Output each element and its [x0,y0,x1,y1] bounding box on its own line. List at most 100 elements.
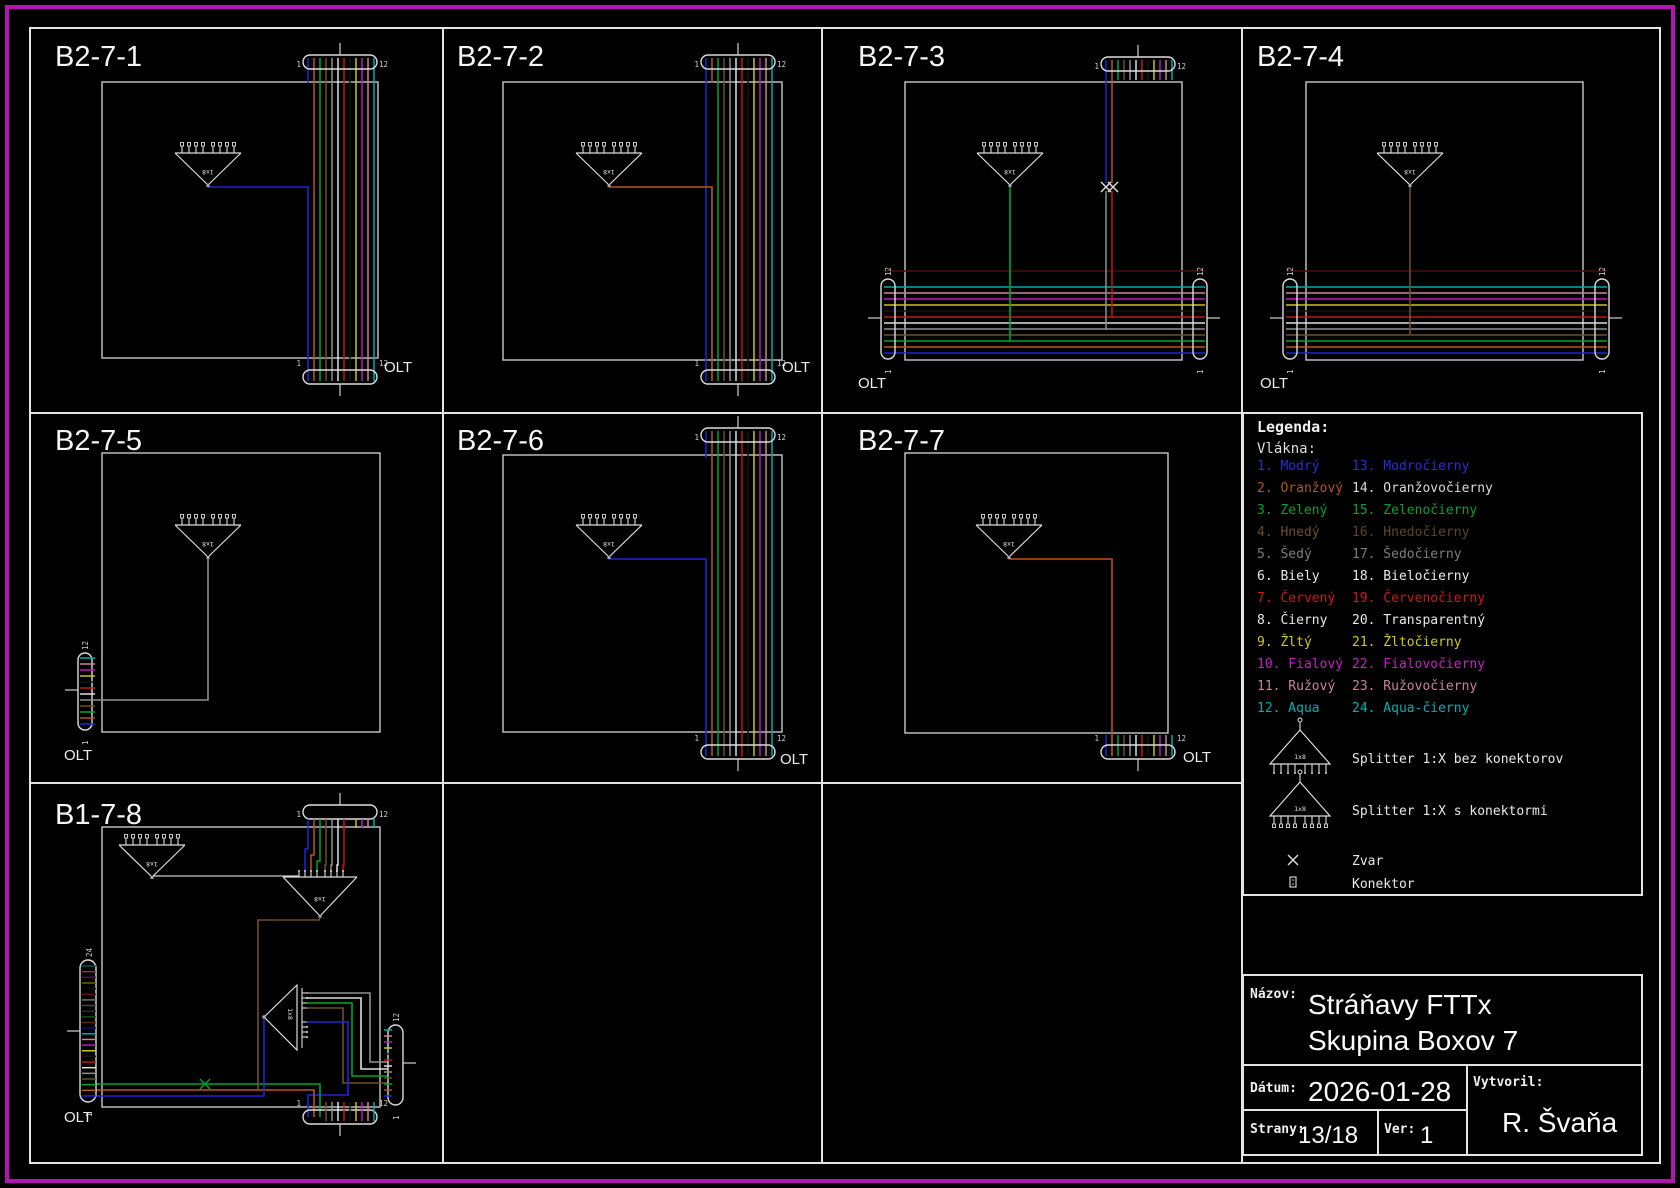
legend-fiber: 10. Fialový [1257,657,1343,672]
connector-pin-label: 12 [777,60,786,69]
connector-pin-label: 1 [1094,62,1099,71]
connector-pin-label: 12 [1598,267,1607,276]
legend-fiber: 18. Bieločierny [1352,569,1470,584]
connector-pin-label: 12 [1196,267,1205,276]
splitter-ratio-label: 1x8 [314,895,326,903]
olt-label: OLT [858,375,886,392]
splitter-apex-dot [607,184,611,187]
connector-pin-label: 1 [296,359,301,368]
legend-fiber: 8. Čierny [1257,612,1328,628]
legend-fiber: 15. Zelenočierny [1352,503,1477,518]
legend-fiber: 11. Ružový [1257,679,1335,694]
node-dot [1304,772,1306,774]
connector-pin-label: 1 [81,740,90,745]
legend-fiber: 7. Červený [1257,590,1335,606]
legend-fiber: 21. Žltočierny [1352,634,1462,650]
splitter-apex-dot [1008,184,1012,187]
olt-label: OLT [1183,749,1211,766]
panel-title: B2-7-2 [457,41,544,73]
splitter-ratio-label: 1x8 [202,540,214,548]
node-dot [262,1015,266,1019]
connector-pin-label: 1 [1598,369,1607,374]
splitter-ratio-label: 1x8 [286,1008,294,1020]
legend-fiber: 17. Šedočierny [1352,546,1462,562]
connector-pin-label: 1 [296,60,301,69]
connector-pin-label: 1 [694,433,699,442]
legend-fiber: 3. Zelený [1257,503,1328,518]
olt-label: OLT [782,359,810,376]
splitter-apex-dot [206,556,210,559]
titleblock-datum-value: 2026-01-28 [1308,1076,1451,1107]
connector-pin-label: 1 [1196,369,1205,374]
connector-pin-label: 12 [777,433,786,442]
splitter-ratio-label: 1x8 [1004,168,1016,176]
node-dot [1273,772,1275,774]
legend-symbol-label: Konektor [1352,877,1415,892]
node-dot [316,870,318,872]
connector-pin-label: 12 [1177,62,1186,71]
splitter-ratio-label: 1x8 [603,168,615,176]
node-dot [1311,772,1313,774]
titleblock-strany-value: 13/18 [1298,1122,1358,1149]
legend-fiber: 9. Žltý [1257,634,1312,650]
node-dot [342,870,344,872]
olt-label: OLT [384,359,412,376]
connector-pin-label: 1 [1094,734,1099,743]
splitter-ratio-label: 1x8 [1294,753,1306,761]
connector-pin-label: 12 [81,641,90,650]
splitter-ratio-label: 1x8 [603,540,615,548]
panel-title: B2-7-7 [858,425,945,457]
node-dot [330,870,332,872]
titleblock-vytvoril-label: Vytvoril: [1473,1075,1543,1090]
legend-fiber: 14. Oranžovočierny [1352,481,1493,496]
connector-pin-label: 12 [379,810,388,819]
titleblock-nazov-label: Názov: [1250,987,1297,1002]
legend-fiber: 4. Hnedý [1257,525,1320,540]
fttx-schematic-sheet: 1 12 1 12 1x8 1 12 1 12 1x8 1 12 12 1 12 1 1x8 12 1 12 1 1x8 1… [0,0,1680,1188]
legend-fiber: 24. Aqua-čierny [1352,701,1470,716]
legend-fiber: 20. Transparentný [1352,613,1485,628]
legend-fiber: 16. Hnedočierny [1352,525,1470,540]
connector-pin-label: 1 [694,60,699,69]
splitter-ratio-label: 1x8 [202,168,214,176]
legend-symbol-label: Splitter 1:X bez konektorov [1352,752,1563,767]
connector-pin-label: 1 [694,734,699,743]
olt-label: OLT [64,747,92,764]
connector-pin-label: 1 [296,810,301,819]
node-dot [306,1031,308,1033]
legend-fiber: 2. Oranžový [1257,481,1343,496]
panel-title: B2-7-1 [55,41,142,73]
olt-label: OLT [1260,375,1288,392]
connector-pin-label: 12 [392,1013,401,1022]
olt-label: OLT [64,1109,92,1126]
panel-title: B2-7-3 [858,41,945,73]
node-dot [1280,772,1282,774]
splitter-ratio-label: 1x8 [1404,168,1416,176]
node-dot [1325,772,1327,774]
connector-pin-label: 12 [777,734,786,743]
connector-pin-label: 1 [884,369,893,374]
titleblock-nazov-line2: Skupina Boxov 7 [1308,1025,1518,1056]
splitter-ratio-label: 1x8 [146,860,158,868]
node-dot [1318,772,1320,774]
splitter-ratio-label: 1x8 [1294,805,1306,813]
titleblock-vytvoril-value: R. Švaňa [1502,1107,1618,1138]
splitter-ratio-label: 1x8 [1003,540,1015,548]
legend-fiber: 22. Fialovočierny [1352,657,1485,672]
panel-title: B2-7-5 [55,425,142,457]
node-dot [1292,879,1294,881]
splitter-apex-dot [1007,556,1011,559]
titleblock-datum-label: Dátum: [1250,1081,1297,1096]
legend-fiber: 13. Modročierny [1352,459,1470,474]
titleblock-ver-label: Ver: [1384,1122,1415,1137]
legend-symbol-label: Zvar [1352,854,1383,869]
connector-pin-label: 24 [85,947,94,957]
legend-fiber: 6. Biely [1257,569,1320,584]
titleblock-nazov-line1: Stráňavy FTTx [1308,989,1492,1020]
legend-subtitle: Vlákna: [1257,441,1316,457]
node-dot [306,1026,308,1028]
node-dot [306,1036,308,1038]
node-dot [324,870,326,872]
node-dot [1294,772,1296,774]
node-dot [1287,772,1289,774]
